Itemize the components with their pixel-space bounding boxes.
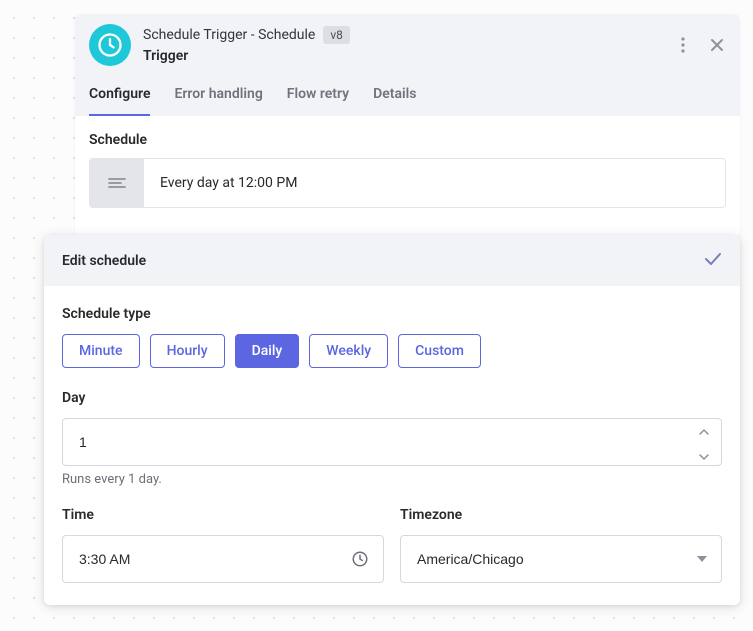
version-badge: v8 [323, 26, 350, 44]
schedule-type-weekly[interactable]: Weekly [309, 334, 388, 368]
tab-configure[interactable]: Configure [89, 86, 150, 116]
panel-header: Schedule Trigger - Schedule v8 Trigger [75, 14, 740, 72]
schedule-field[interactable]: Every day at 12:00 PM [89, 158, 726, 208]
chevron-down-icon[interactable] [697, 556, 707, 562]
timezone-label: Timezone [400, 507, 722, 523]
schedule-type-custom[interactable]: Custom [398, 334, 481, 368]
tabs-row: Configure Error handling Flow retry Deta… [75, 72, 740, 116]
timezone-value[interactable] [417, 551, 705, 567]
trigger-subtitle: Trigger [143, 48, 662, 64]
edit-schedule-panel: Edit schedule Schedule type Minute Hourl… [44, 235, 740, 605]
time-clock-icon[interactable] [351, 550, 369, 568]
time-label: Time [62, 507, 384, 523]
tab-flow-retry[interactable]: Flow retry [287, 86, 349, 116]
day-increment-icon[interactable] [699, 420, 709, 439]
day-decrement-icon[interactable] [699, 445, 709, 464]
schedule-label: Schedule [89, 132, 726, 148]
schedule-type-minute[interactable]: Minute [62, 334, 140, 368]
day-input[interactable] [79, 434, 705, 450]
timezone-select[interactable] [400, 535, 722, 583]
schedule-type-daily[interactable]: Daily [235, 334, 300, 368]
drag-handle-icon[interactable] [90, 159, 144, 207]
trigger-title: Schedule Trigger - Schedule [143, 27, 315, 43]
time-field[interactable] [62, 535, 384, 583]
time-input[interactable] [79, 551, 367, 567]
schedule-type-label: Schedule type [62, 306, 722, 322]
close-icon[interactable] [708, 36, 726, 54]
clock-icon [89, 24, 131, 66]
schedule-type-hourly[interactable]: Hourly [150, 334, 225, 368]
day-label: Day [62, 390, 722, 406]
tab-details[interactable]: Details [373, 86, 416, 116]
tab-error-handling[interactable]: Error handling [174, 86, 262, 116]
day-input-wrapper [62, 418, 722, 466]
day-hint: Runs every 1 day. [62, 472, 722, 487]
edit-schedule-title: Edit schedule [62, 253, 146, 269]
confirm-check-icon[interactable] [704, 251, 722, 270]
schedule-value: Every day at 12:00 PM [144, 159, 725, 207]
schedule-type-options: Minute Hourly Daily Weekly Custom [62, 334, 722, 368]
trigger-config-panel: Schedule Trigger - Schedule v8 Trigger C… [75, 14, 740, 238]
kebab-menu-icon[interactable] [674, 36, 692, 54]
